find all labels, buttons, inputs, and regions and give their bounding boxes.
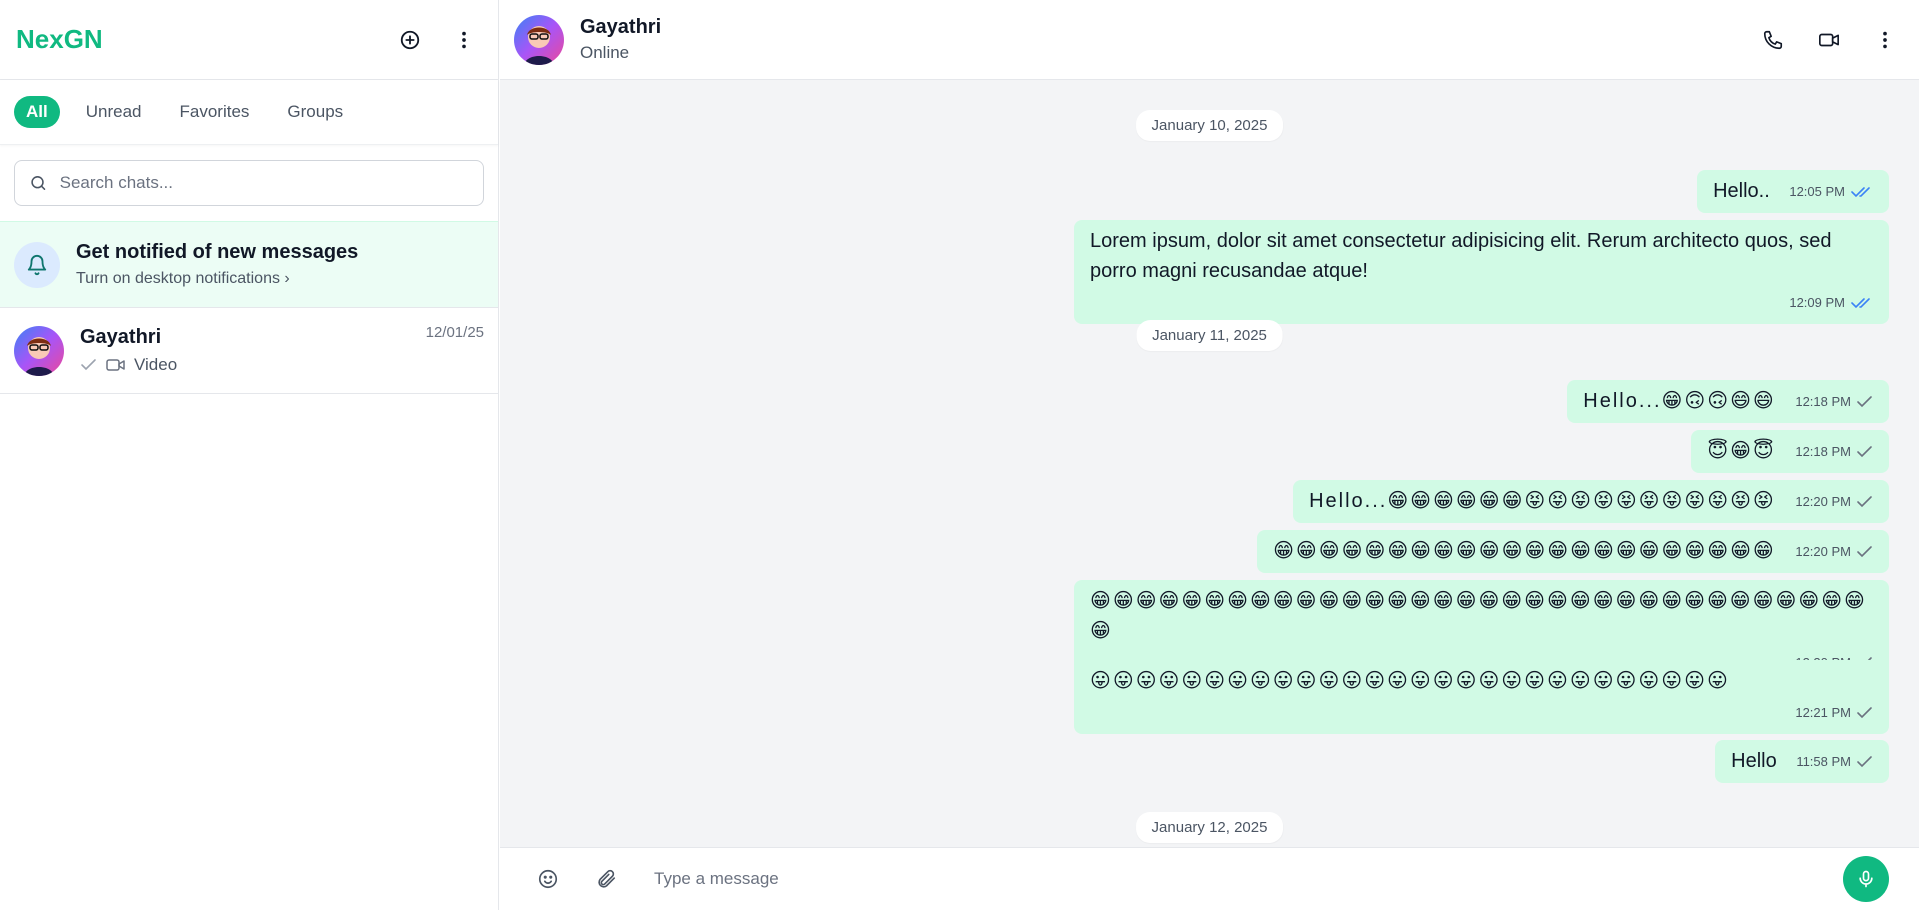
message-text: Hello...😁🙃🙃😄😄 [1583,390,1776,412]
message-bubble[interactable]: Hello 11:58 PM [1715,740,1889,783]
bell-icon-circle [14,241,60,288]
date-separator: January 10, 2025 [1135,110,1284,141]
notification-banner[interactable]: Get notified of new messages Turn on des… [0,221,498,308]
message-bubble[interactable]: Hello.. 12:05 PM [1697,170,1889,213]
search-icon [31,176,46,190]
chat-item-body: Gayathri Video [80,326,177,375]
search-box [14,160,484,206]
notification-title: Get notified of new messages [76,241,359,263]
search-container [0,145,498,221]
double-check-icon [1851,186,1870,197]
video-camera-icon [1819,33,1839,46]
conversation-actions [1755,22,1905,58]
search-input[interactable] [59,173,469,193]
chat-name: Gayathri [80,326,162,348]
single-check-icon [1857,395,1872,407]
chat-filters: All Unread Favorites Groups [0,80,498,145]
app-brand: NexGN [16,24,103,54]
conversation-header: Gayathri Online [500,0,1919,80]
sidebar-actions [392,22,482,58]
message-text: Hello [1731,750,1777,772]
message-bubble[interactable]: 😛😛😛😛😛😛😛😛😛😛😛😛😛😛😛😛😛😛😛😛😛😛😛😛😛😛😛😛 12:21 PM [1074,660,1889,734]
contact-name: Gayathri [580,16,662,38]
message-input[interactable] [654,869,1821,889]
message-bubble[interactable]: 😇😁😇 12:18 PM [1691,430,1889,473]
date-separator: January 12, 2025 [1135,812,1284,843]
message-bubble[interactable]: Hello...😁🙃🙃😄😄 12:18 PM [1567,380,1889,423]
single-check-icon [1857,707,1872,719]
more-vertical-icon [1883,31,1887,48]
message-meta: 12:18 PM [1795,387,1873,417]
date-separator: January 11, 2025 [1136,320,1283,351]
bell-icon [27,254,47,275]
chat-sidebar: NexGN All Unread Favorites Groups Get no… [0,0,499,910]
phone-icon [1763,30,1783,49]
microphone-icon [1859,870,1873,888]
message-time: 12:18 PM [1795,393,1851,409]
paperclip-icon [598,869,616,888]
message-time: 12:21 PM [1795,705,1851,720]
chat-list-item[interactable]: Gayathri Video 12/01/25 [0,308,498,394]
single-check-icon [1857,755,1872,767]
message-time: 12:20 PM [1795,493,1851,509]
notification-text: Get notified of new messages Turn on des… [76,241,358,288]
avatar [14,325,64,376]
voice-call-button[interactable] [1755,22,1791,58]
message-time: 11:58 PM [1796,753,1851,769]
filter-favorites[interactable]: Favorites [168,96,262,128]
message-meta: 12:21 PM [1090,698,1873,728]
notification-subtitle[interactable]: Turn on desktop notifications › [76,270,358,288]
single-check-icon [81,359,96,371]
more-vertical-icon [462,31,466,48]
message-text: Lorem ipsum, dolor sit amet consectetur … [1090,230,1832,282]
message-text: 😁😁😁😁😁😁😁😁😁😁😁😁😁😁😁😁😁😁😁😁😁😁 [1273,540,1776,562]
message-meta: 12:09 PM [1090,288,1873,318]
message-composer [500,847,1919,910]
chat-preview: Video [80,355,177,375]
sidebar-menu-button[interactable] [446,22,482,58]
message-time: 12:20 PM [1795,543,1851,559]
message-meta: 11:58 PM [1796,747,1873,777]
video-call-button[interactable] [1811,22,1847,58]
message-time: 12:18 PM [1795,443,1851,459]
message-list[interactable]: January 10, 2025 Hello.. 12:05 PM Lorem … [500,80,1919,847]
conversation-menu-button[interactable] [1867,22,1903,58]
message-text: 😇😁😇 [1707,440,1776,462]
new-chat-button[interactable] [392,22,428,58]
conversation-pane: Gayathri Online January 10, 2025 Hello..… [500,0,1919,910]
message-text: Hello...😁😁😁😁😁😁😝😝😝😝😝😝😝😝😝😝😝 [1309,490,1776,512]
filter-groups[interactable]: Groups [275,96,355,128]
message-bubble[interactable]: 😁😁😁😁😁😁😁😁😁😁😁😁😁😁😁😁😁😁😁😁😁😁 12:20 PM [1257,530,1889,573]
contact-avatar[interactable] [514,14,564,65]
contact-info[interactable]: Gayathri Online [580,16,661,63]
chat-date: 12/01/25 [425,324,484,341]
plus-circle-icon [400,30,420,49]
smiley-icon [538,869,558,889]
sidebar-header: NexGN [0,0,498,80]
message-meta: 12:20 PM [1795,537,1873,567]
message-time: 12:09 PM [1789,295,1845,310]
single-check-icon [1857,445,1872,457]
video-icon [106,359,125,371]
message-bubble[interactable]: Lorem ipsum, dolor sit amet consectetur … [1074,220,1889,324]
message-text: 😁😁😁😁😁😁😁😁😁😁😁😁😁😁😁😁😁😁😁😁😁😁😁😁😁😁😁😁😁😁😁😁😁😁😁 [1090,590,1867,642]
message-text: 😛😛😛😛😛😛😛😛😛😛😛😛😛😛😛😛😛😛😛😛😛😛😛😛😛😛😛😛 [1090,670,1730,692]
contact-status: Online [580,43,630,62]
double-check-icon [1851,298,1870,309]
emoji-button[interactable] [530,861,566,897]
message-meta: 12:05 PM [1789,177,1873,207]
voice-record-button[interactable] [1843,856,1889,902]
message-text: Hello.. [1713,180,1770,202]
filter-all[interactable]: All [14,96,60,128]
filter-unread[interactable]: Unread [74,96,154,128]
message-time: 12:05 PM [1789,183,1845,199]
attach-button[interactable] [588,861,624,897]
message-meta: 12:20 PM [1795,487,1873,517]
single-check-icon [1857,545,1872,557]
single-check-icon [1857,495,1872,507]
message-bubble[interactable]: Hello...😁😁😁😁😁😁😝😝😝😝😝😝😝😝😝😝😝 12:20 PM [1293,480,1889,523]
chat-preview-text: Video [134,355,178,374]
message-meta: 12:18 PM [1795,437,1873,467]
